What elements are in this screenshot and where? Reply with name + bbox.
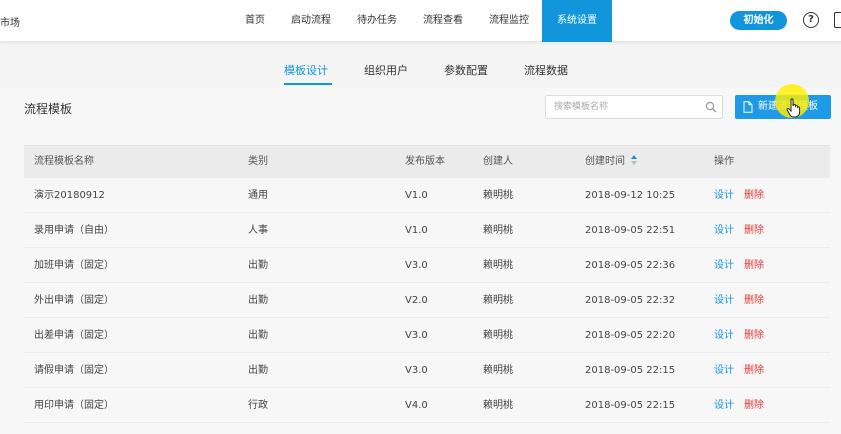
initialize-button[interactable]: 初始化	[730, 11, 787, 30]
design-link[interactable]: 设计	[714, 190, 734, 201]
exit-icon[interactable]	[834, 12, 841, 28]
delete-link[interactable]: 删除	[744, 295, 764, 306]
cell-creator: 赖明桃	[483, 260, 513, 271]
cell-category: 出勤	[248, 295, 268, 306]
cell-actions: 设计 删除	[714, 388, 764, 423]
cell-template-name: 演示20180912	[34, 190, 105, 201]
cell-template-name: 录用申请（自由）	[34, 225, 114, 236]
delete-link[interactable]: 删除	[744, 190, 764, 201]
cell-creator: 赖明桃	[483, 330, 513, 341]
nav-item-home[interactable]: 首页	[232, 0, 278, 42]
tab-process-data[interactable]: 流程数据	[524, 62, 568, 78]
table-row: 录用申请（自由） 人事 V1.0 赖明桃 2018-09-05 22:51 设计 删除	[24, 213, 830, 248]
template-table: 流程模板名称 类别 发布版本 创建人 创建时间 操作 演示20180912 通用 V…	[24, 145, 830, 423]
cell-category: 出勤	[248, 260, 268, 271]
design-link[interactable]: 设计	[714, 400, 734, 411]
search-box	[545, 95, 723, 119]
cell-creator: 赖明桃	[483, 365, 513, 376]
cell-version: V3.0	[405, 330, 428, 341]
sub-tabs: 模板设计 组织用户 参数配置 流程数据	[0, 52, 841, 86]
cell-version: V1.0	[405, 225, 428, 236]
delete-link[interactable]: 删除	[744, 400, 764, 411]
column-header-created-time[interactable]: 创建时间	[585, 146, 637, 178]
main-nav: 首页 启动流程 待办任务 流程查看 流程监控 系统设置	[232, 0, 612, 42]
nav-item-system-settings[interactable]: 系统设置	[542, 0, 612, 42]
tab-org-users[interactable]: 组织用户	[364, 62, 408, 78]
cell-version: V3.0	[405, 365, 428, 376]
cell-template-name: 出差申请（固定）	[34, 330, 114, 341]
cell-actions: 设计 删除	[714, 353, 764, 388]
column-header-name: 流程模板名称	[34, 156, 94, 167]
table-row: 请假申请（固定） 出勤 V3.0 赖明桃 2018-09-05 22:15 设计 删除	[24, 353, 830, 388]
nav-item-todo-tasks[interactable]: 待办任务	[344, 0, 410, 42]
delete-link[interactable]: 删除	[744, 225, 764, 236]
template-panel: 流程模板 新建流程模板 流程模板名称 类别 发布版本 创建人 创建时间 操作 演…	[0, 84, 841, 434]
cell-created-time: 2018-09-05 22:32	[585, 295, 676, 306]
cell-template-name: 外出申请（固定）	[34, 295, 114, 306]
design-link[interactable]: 设计	[714, 295, 734, 306]
cell-version: V1.0	[405, 190, 428, 201]
help-icon[interactable]: ?	[803, 12, 819, 28]
cell-category: 通用	[248, 190, 268, 201]
delete-link[interactable]: 删除	[744, 260, 764, 271]
cell-actions: 设计 删除	[714, 213, 764, 248]
sort-icon[interactable]	[631, 155, 637, 165]
column-header-version: 发布版本	[405, 156, 445, 167]
panel-title: 流程模板	[24, 102, 73, 116]
cell-category: 出勤	[248, 365, 268, 376]
column-header-creator: 创建人	[483, 156, 513, 167]
tab-template-design[interactable]: 模板设计	[284, 62, 328, 78]
cell-creator: 赖明桃	[483, 225, 513, 236]
table-row: 用印申请（固定） 行政 V4.0 赖明桃 2018-09-05 22:15 设计 删除	[24, 388, 830, 423]
nav-item-start-process[interactable]: 启动流程	[278, 0, 344, 42]
tab-param-config[interactable]: 参数配置	[444, 62, 488, 78]
cell-creator: 赖明桃	[483, 400, 513, 411]
top-nav-bar: 市场 首页 启动流程 待办任务 流程查看 流程监控 系统设置 初始化 ?	[0, 0, 841, 42]
cell-version: V2.0	[405, 295, 428, 306]
cell-template-name: 用印申请（固定）	[34, 400, 114, 411]
table-row: 演示20180912 通用 V1.0 赖明桃 2018-09-12 10:25 设计 删除	[24, 178, 830, 213]
table-row: 加班申请（固定） 出勤 V3.0 赖明桃 2018-09-05 22:36 设计 删除	[24, 248, 830, 283]
cell-version: V4.0	[405, 400, 428, 411]
nav-item-process-monitor[interactable]: 流程监控	[476, 0, 542, 42]
design-link[interactable]: 设计	[714, 225, 734, 236]
cell-version: V3.0	[405, 260, 428, 271]
cell-actions: 设计 删除	[714, 283, 764, 318]
cell-creator: 赖明桃	[483, 190, 513, 201]
active-tab-indicator	[284, 83, 332, 85]
cell-template-name: 请假申请（固定）	[34, 365, 114, 376]
table-header: 流程模板名称 类别 发布版本 创建人 创建时间 操作	[24, 145, 830, 178]
cell-template-name: 加班申请（固定）	[34, 260, 114, 271]
cell-created-time: 2018-09-05 22:15	[585, 365, 676, 376]
cell-created-time: 2018-09-05 22:20	[585, 330, 676, 341]
cell-category: 出勤	[248, 330, 268, 341]
delete-link[interactable]: 删除	[744, 365, 764, 376]
cell-category: 行政	[248, 400, 268, 411]
cell-actions: 设计 删除	[714, 248, 764, 283]
cell-category: 人事	[248, 225, 268, 236]
design-link[interactable]: 设计	[714, 330, 734, 341]
table-body: 演示20180912 通用 V1.0 赖明桃 2018-09-12 10:25 设计 删除录…	[24, 178, 830, 423]
created-time-label: 创建时间	[585, 156, 625, 167]
design-link[interactable]: 设计	[714, 260, 734, 271]
column-header-category: 类别	[248, 156, 268, 167]
search-icon[interactable]	[705, 101, 717, 113]
cell-created-time: 2018-09-05 22:15	[585, 400, 676, 411]
cell-created-time: 2018-09-05 22:51	[585, 225, 676, 236]
new-document-icon	[743, 101, 753, 113]
design-link[interactable]: 设计	[714, 365, 734, 376]
search-input[interactable]	[546, 96, 696, 118]
nav-item-process-view[interactable]: 流程查看	[410, 0, 476, 42]
brand-label: 市场	[0, 18, 20, 29]
hand-cursor-icon	[786, 98, 801, 118]
cell-creator: 赖明桃	[483, 295, 513, 306]
table-row: 出差申请（固定） 出勤 V3.0 赖明桃 2018-09-05 22:20 设计 删除	[24, 318, 830, 353]
column-header-actions: 操作	[714, 156, 734, 167]
table-row: 外出申请（固定） 出勤 V2.0 赖明桃 2018-09-05 22:32 设计 删除	[24, 283, 830, 318]
cell-created-time: 2018-09-05 22:36	[585, 260, 676, 271]
delete-link[interactable]: 删除	[744, 330, 764, 341]
cell-actions: 设计 删除	[714, 318, 764, 353]
cell-actions: 设计 删除	[714, 178, 764, 213]
cell-created-time: 2018-09-12 10:25	[585, 190, 676, 201]
